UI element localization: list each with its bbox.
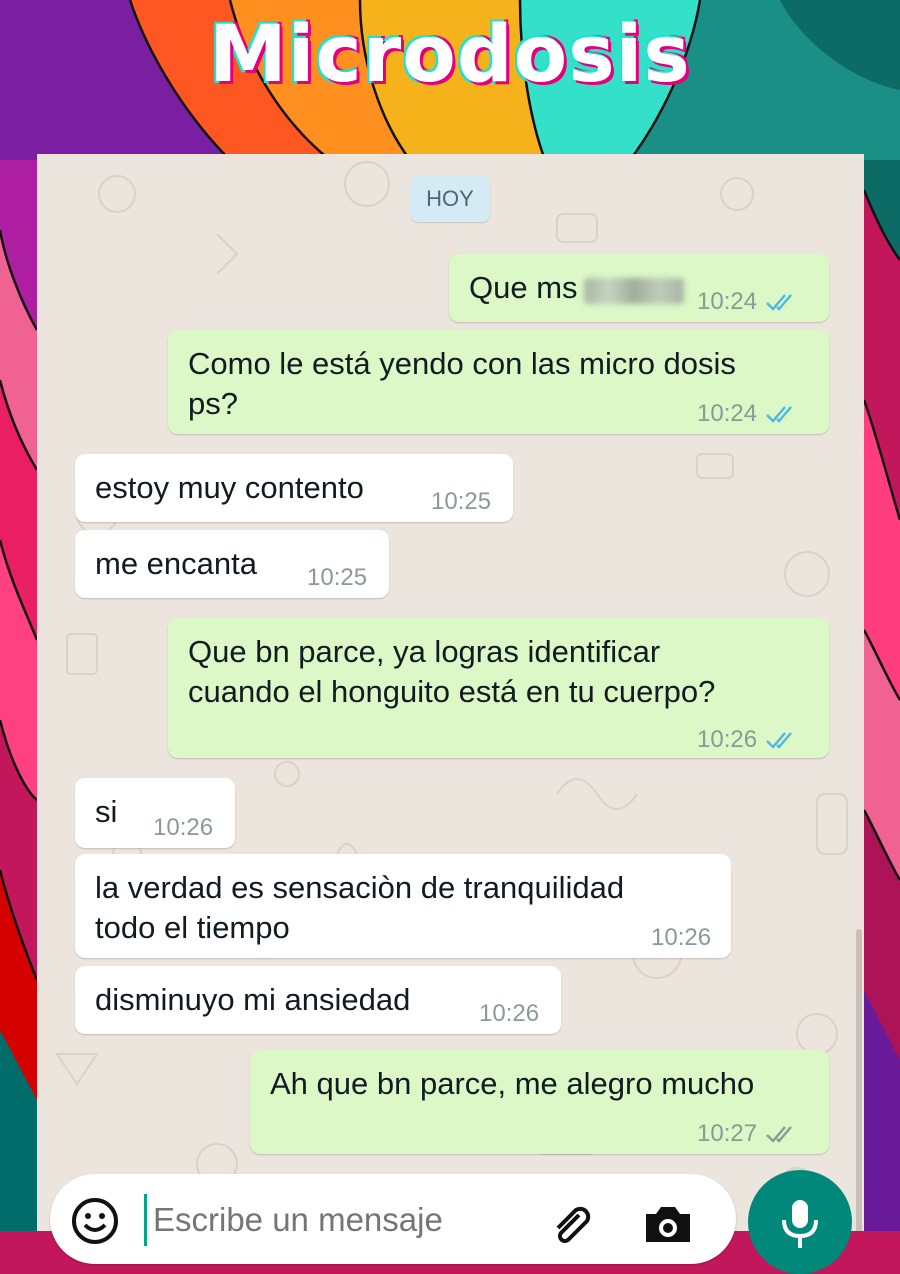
message-incoming[interactable]: si 10:26 (75, 778, 235, 848)
camera-icon[interactable] (640, 1198, 696, 1248)
message-time: 10:27 (697, 1120, 758, 1147)
message-text: Como le está yendo con las micro dosis p… (188, 346, 736, 421)
message-text: la verdad es sensaciòn de tranquilidad t… (95, 870, 625, 945)
message-time: 10:25 (307, 564, 368, 591)
message-time: 10:26 (479, 1000, 540, 1027)
chat-window[interactable]: HOY Que ms 10:24 Como le está yendo con … (37, 154, 864, 1231)
chat-scrollbar[interactable] (856, 929, 862, 1231)
smiley-icon[interactable] (70, 1196, 120, 1246)
page-title: Microdosis (209, 10, 691, 100)
message-outgoing[interactable]: Ah que bn parce, me alegro mucho 10:27 (250, 1050, 829, 1154)
message-outgoing[interactable]: Como le está yendo con las micro dosis p… (168, 330, 829, 434)
message-incoming[interactable]: la verdad es sensaciòn de tranquilidad t… (75, 854, 731, 958)
double-check-gray-icon (766, 1126, 792, 1143)
double-check-blue-icon (766, 406, 792, 423)
message-text: si (95, 794, 118, 829)
message-text: Que bn parce, ya logras identificar cuan… (188, 634, 716, 709)
date-chip: HOY (410, 176, 490, 222)
message-incoming[interactable]: disminuyo mi ansiedad 10:26 (75, 966, 561, 1034)
message-time: 10:25 (431, 488, 492, 515)
message-time: 10:26 (697, 726, 758, 753)
message-incoming[interactable]: estoy muy contento 10:25 (75, 454, 513, 522)
message-time: 10:24 (697, 400, 758, 427)
message-input[interactable] (144, 1194, 535, 1246)
message-text: Que ms (469, 270, 578, 305)
message-time: 10:24 (697, 288, 758, 315)
message-text: Ah que bn parce, me alegro mucho (270, 1066, 755, 1101)
message-composer (50, 1174, 736, 1264)
redacted-text (584, 278, 684, 304)
message-text: estoy muy contento (95, 470, 364, 505)
message-outgoing[interactable]: Que ms 10:24 (449, 254, 829, 322)
message-time: 10:26 (651, 924, 712, 951)
message-text: disminuyo mi ansiedad (95, 982, 411, 1017)
message-outgoing[interactable]: Que bn parce, ya logras identificar cuan… (168, 618, 829, 758)
microphone-button[interactable] (748, 1170, 852, 1274)
message-incoming[interactable]: me encanta 10:25 (75, 530, 389, 598)
paperclip-icon[interactable] (546, 1198, 596, 1248)
message-text: me encanta (95, 546, 257, 581)
microphone-icon (782, 1200, 818, 1248)
double-check-blue-icon (766, 294, 792, 311)
message-time: 10:26 (153, 814, 214, 841)
double-check-blue-icon (766, 732, 792, 749)
